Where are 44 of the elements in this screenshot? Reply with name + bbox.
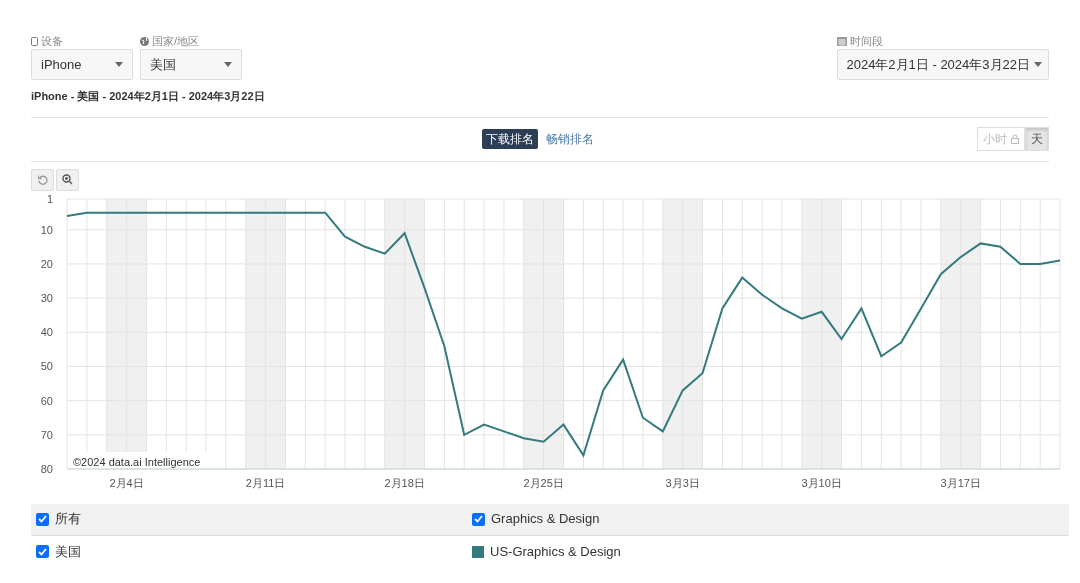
chart-subtitle: iPhone - 美国 - 2024年2月1日 - 2024年3月22日 [31,89,266,104]
filter-dropdown[interactable]: iPhone [31,49,133,80]
filter-dropdown[interactable]: 美国 [140,49,242,80]
x-axis-label: 3月3日 [665,476,700,489]
y-axis-label: 20 [40,257,53,270]
y-axis-label: 30 [40,291,53,304]
chart-credit: ©2024 data.ai Intelligence [73,455,201,468]
rank-tab[interactable]: 下载排名 [482,129,538,149]
calendar-icon [837,36,848,46]
y-axis-label: 70 [40,428,53,441]
period-dropdown[interactable]: 2024年2月1日 - 2024年3月22日 [837,49,1049,80]
x-axis-label: 2月18日 [384,476,425,489]
checkbox[interactable] [36,512,49,526]
phone-icon [31,36,38,46]
lock-icon [1011,134,1019,144]
caret-icon [224,62,232,67]
caret-icon [115,62,123,67]
period-label: 时间段 [850,33,884,49]
x-axis-label: 3月17日 [940,476,981,489]
legend-series-label: US-Graphics & Design [490,542,621,561]
filter-label: 国家/地区 [152,33,200,49]
legend-series-label: Graphics & Design [491,510,600,529]
x-axis-label: 3月10日 [801,476,842,489]
x-axis-label: 2月11日 [245,476,286,489]
y-axis-label: 40 [40,325,53,338]
x-axis-label: 2月4日 [109,476,144,489]
checkbox[interactable] [472,512,485,526]
y-axis-label: 50 [40,359,53,372]
zoom-button[interactable] [56,168,79,191]
y-axis-label: 1 [46,192,53,205]
x-axis-label: 2月25日 [523,476,564,489]
y-axis-label: 80 [40,462,53,475]
legend-group-label: 所有 [55,510,81,529]
caret-icon [1034,62,1042,67]
legend-group-label: 美国 [55,542,81,561]
y-axis-label: 10 [40,223,53,236]
globe-icon [140,36,149,46]
zoom-in-icon [62,174,73,185]
undo-icon [37,174,48,185]
granularity-toggle[interactable]: 天 [1025,127,1049,151]
checkbox[interactable] [36,545,49,558]
y-axis-label: 60 [40,394,53,407]
filter-label: 设备 [41,33,63,49]
rank-tab[interactable]: 畅销排名 [542,129,598,149]
